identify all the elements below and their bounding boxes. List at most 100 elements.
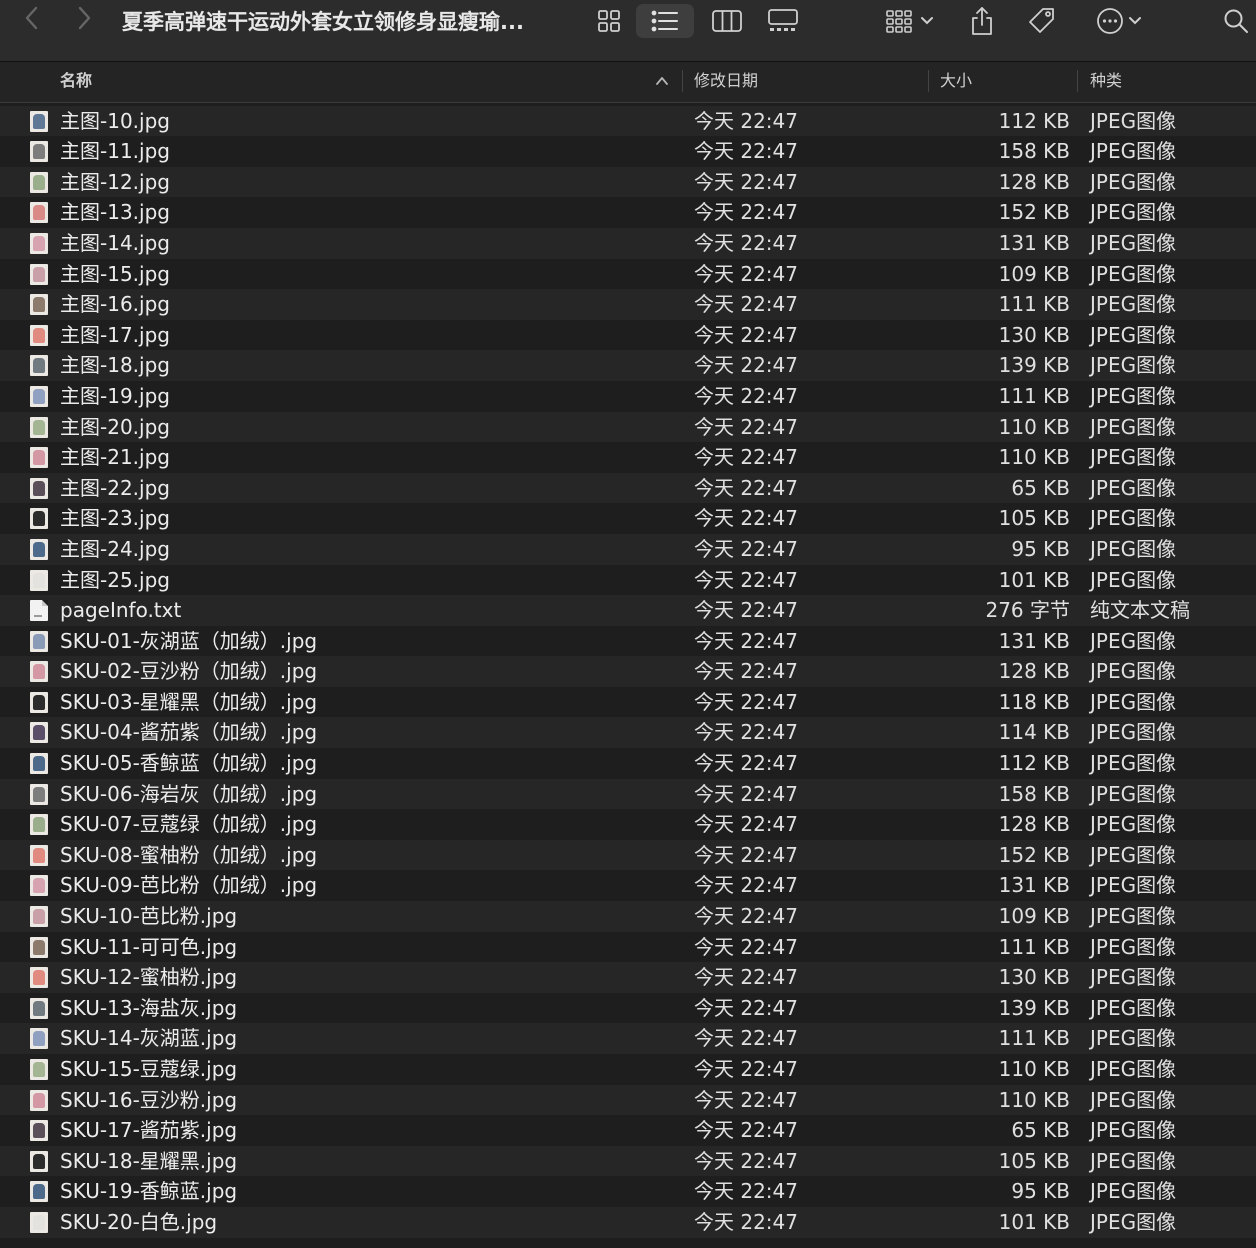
- file-name: 主图-16.jpg: [60, 292, 170, 317]
- file-size: 65 KB: [1011, 1118, 1070, 1143]
- column-header-name[interactable]: 名称: [60, 62, 92, 102]
- file-row[interactable]: SKU-10-芭比粉.jpg 今天 22:47 109 KB JPEG图像: [0, 901, 1256, 932]
- file-modified-date: 今天 22:47: [694, 934, 798, 959]
- file-kind: JPEG图像: [1090, 720, 1177, 745]
- tag-button[interactable]: [1022, 4, 1062, 38]
- file-kind: JPEG图像: [1090, 1209, 1177, 1234]
- list-view-button[interactable]: [636, 4, 694, 38]
- file-name: 主图-20.jpg: [60, 414, 170, 439]
- column-header-date[interactable]: 修改日期: [694, 62, 758, 102]
- file-size: 131 KB: [998, 628, 1070, 653]
- file-size: 95 KB: [1011, 536, 1070, 561]
- file-size: 101 KB: [998, 1209, 1070, 1234]
- file-row[interactable]: 主图-25.jpg 今天 22:47 101 KB JPEG图像: [0, 565, 1256, 596]
- file-row[interactable]: SKU-16-豆沙粉.jpg 今天 22:47 110 KB JPEG图像: [0, 1084, 1256, 1116]
- file-kind: JPEG图像: [1090, 1148, 1177, 1173]
- file-row[interactable]: 主图-22.jpg 今天 22:47 65 KB JPEG图像: [0, 472, 1256, 504]
- file-name: SKU-10-芭比粉.jpg: [60, 904, 238, 929]
- column-header-kind[interactable]: 种类: [1090, 62, 1122, 102]
- file-row[interactable]: SKU-18-星耀黑.jpg 今天 22:47 105 KB JPEG图像: [0, 1145, 1256, 1177]
- file-row[interactable]: SKU-19-香鲸蓝.jpg 今天 22:47 95 KB JPEG图像: [0, 1176, 1256, 1207]
- column-view-icon: [712, 10, 742, 32]
- file-row[interactable]: SKU-20-白色.jpg 今天 22:47 101 KB JPEG图像: [0, 1206, 1256, 1238]
- file-row[interactable]: 主图-24.jpg 今天 22:47 95 KB JPEG图像: [0, 533, 1256, 565]
- file-modified-date: 今天 22:47: [694, 689, 798, 714]
- file-row[interactable]: 主图-15.jpg 今天 22:47 109 KB JPEG图像: [0, 259, 1256, 290]
- file-size: 109 KB: [998, 904, 1070, 929]
- file-row[interactable]: SKU-13-海盐灰.jpg 今天 22:47 139 KB JPEG图像: [0, 993, 1256, 1024]
- file-size: 131 KB: [998, 873, 1070, 898]
- file-row[interactable]: 主图-20.jpg 今天 22:47 110 KB JPEG图像: [0, 411, 1256, 443]
- file-kind: JPEG图像: [1090, 200, 1177, 225]
- file-row[interactable]: 主图-18.jpg 今天 22:47 139 KB JPEG图像: [0, 350, 1256, 381]
- file-row[interactable]: SKU-17-酱茄紫.jpg 今天 22:47 65 KB JPEG图像: [0, 1115, 1256, 1146]
- back-button[interactable]: [16, 6, 46, 36]
- file-row[interactable]: SKU-05-香鲸蓝（加绒）.jpg 今天 22:47 112 KB JPEG图像: [0, 748, 1256, 779]
- file-size: 130 KB: [998, 322, 1070, 347]
- file-modified-date: 今天 22:47: [694, 200, 798, 225]
- file-kind: JPEG图像: [1090, 751, 1177, 776]
- file-size: 101 KB: [998, 567, 1070, 592]
- file-row[interactable]: 主图-19.jpg 今天 22:47 111 KB JPEG图像: [0, 381, 1256, 412]
- file-modified-date: 今天 22:47: [694, 842, 798, 867]
- file-name: pageInfo.txt: [60, 598, 182, 623]
- file-name: SKU-15-豆蔻绿.jpg: [60, 1057, 238, 1081]
- file-row[interactable]: SKU-11-可可色.jpg 今天 22:47 111 KB JPEG图像: [0, 932, 1256, 963]
- file-row[interactable]: SKU-14-灰湖蓝.jpg 今天 22:47 111 KB JPEG图像: [0, 1023, 1256, 1054]
- file-modified-date: 今天 22:47: [694, 873, 798, 898]
- file-modified-date: 今天 22:47: [694, 1148, 798, 1173]
- file-name: SKU-17-酱茄紫.jpg: [60, 1118, 238, 1143]
- file-row[interactable]: SKU-08-蜜柚粉（加绒）.jpg 今天 22:47 152 KB JPEG图像: [0, 839, 1256, 871]
- file-size: 105 KB: [998, 1148, 1070, 1173]
- file-row[interactable]: 主图-10.jpg 今天 22:47 112 KB JPEG图像: [0, 105, 1256, 137]
- column-divider[interactable]: [682, 70, 683, 92]
- file-row[interactable]: SKU-07-豆蔻绿（加绒）.jpg 今天 22:47 128 KB JPEG图像: [0, 809, 1256, 840]
- file-row[interactable]: SKU-04-酱茄紫（加绒）.jpg 今天 22:47 114 KB JPEG图像: [0, 717, 1256, 749]
- file-name: 主图-13.jpg: [60, 200, 170, 225]
- file-row[interactable]: 主图-13.jpg 今天 22:47 152 KB JPEG图像: [0, 197, 1256, 228]
- share-button[interactable]: [964, 4, 1000, 38]
- file-row[interactable]: 主图-23.jpg 今天 22:47 105 KB JPEG图像: [0, 503, 1256, 534]
- file-modified-date: 今天 22:47: [694, 322, 798, 347]
- file-modified-date: 今天 22:47: [694, 904, 798, 929]
- search-button[interactable]: [1218, 4, 1254, 38]
- file-row[interactable]: SKU-06-海岩灰（加绒）.jpg 今天 22:47 158 KB JPEG图像: [0, 778, 1256, 810]
- file-row[interactable]: 主图-12.jpg 今天 22:47 128 KB JPEG图像: [0, 166, 1256, 198]
- file-kind: JPEG图像: [1090, 1179, 1177, 1204]
- file-row[interactable]: 主图-21.jpg 今天 22:47 110 KB JPEG图像: [0, 442, 1256, 473]
- column-header-size[interactable]: 大小: [940, 62, 972, 102]
- file-modified-date: 今天 22:47: [694, 506, 798, 531]
- icon-view-button[interactable]: [590, 4, 628, 38]
- file-name: 主图-14.jpg: [60, 230, 170, 255]
- file-row[interactable]: 主图-11.jpg 今天 22:47 158 KB JPEG图像: [0, 136, 1256, 167]
- forward-button[interactable]: [70, 6, 100, 36]
- column-view-button[interactable]: [706, 4, 748, 38]
- column-divider[interactable]: [1077, 70, 1078, 92]
- image-thumbnail-icon: [30, 1089, 48, 1111]
- file-name: 主图-25.jpg: [60, 567, 170, 592]
- file-size: 112 KB: [998, 108, 1070, 133]
- file-row[interactable]: 主图-16.jpg 今天 22:47 111 KB JPEG图像: [0, 289, 1256, 320]
- gallery-view-button[interactable]: [762, 4, 804, 38]
- image-thumbnail-icon: [30, 294, 48, 316]
- file-name: SKU-14-灰湖蓝.jpg: [60, 1026, 238, 1051]
- file-name: 主图-11.jpg: [60, 139, 170, 164]
- file-row[interactable]: SKU-15-豆蔻绿.jpg 今天 22:47 110 KB JPEG图像: [0, 1054, 1256, 1085]
- file-kind: JPEG图像: [1090, 1087, 1177, 1112]
- column-divider[interactable]: [928, 70, 929, 92]
- file-row[interactable]: SKU-03-星耀黑（加绒）.jpg 今天 22:47 118 KB JPEG图像: [0, 687, 1256, 718]
- file-row[interactable]: SKU-01-灰湖蓝（加绒）.jpg 今天 22:47 131 KB JPEG图像: [0, 626, 1256, 657]
- file-row[interactable]: 主图-14.jpg 今天 22:47 131 KB JPEG图像: [0, 227, 1256, 259]
- file-row[interactable]: SKU-09-芭比粉（加绒）.jpg 今天 22:47 131 KB JPEG图像: [0, 870, 1256, 901]
- file-size: 111 KB: [998, 1026, 1070, 1051]
- image-thumbnail-icon: [30, 110, 48, 132]
- file-row[interactable]: SKU-12-蜜柚粉.jpg 今天 22:47 130 KB JPEG图像: [0, 962, 1256, 993]
- file-name: 主图-10.jpg: [60, 108, 170, 133]
- more-button[interactable]: [1088, 4, 1148, 38]
- group-by-button[interactable]: [876, 4, 942, 38]
- file-row[interactable]: pageInfo.txt 今天 22:47 276 字节 纯文本文稿: [0, 595, 1256, 626]
- file-row[interactable]: SKU-02-豆沙粉（加绒）.jpg 今天 22:47 128 KB JPEG图像: [0, 656, 1256, 687]
- sort-ascending-icon[interactable]: [654, 73, 670, 89]
- file-list[interactable]: 主图-09.jpg今天 22:47114 KBJPEG图像主图-10.jpg今天…: [0, 103, 1256, 1248]
- file-row[interactable]: 主图-17.jpg 今天 22:47 130 KB JPEG图像: [0, 320, 1256, 351]
